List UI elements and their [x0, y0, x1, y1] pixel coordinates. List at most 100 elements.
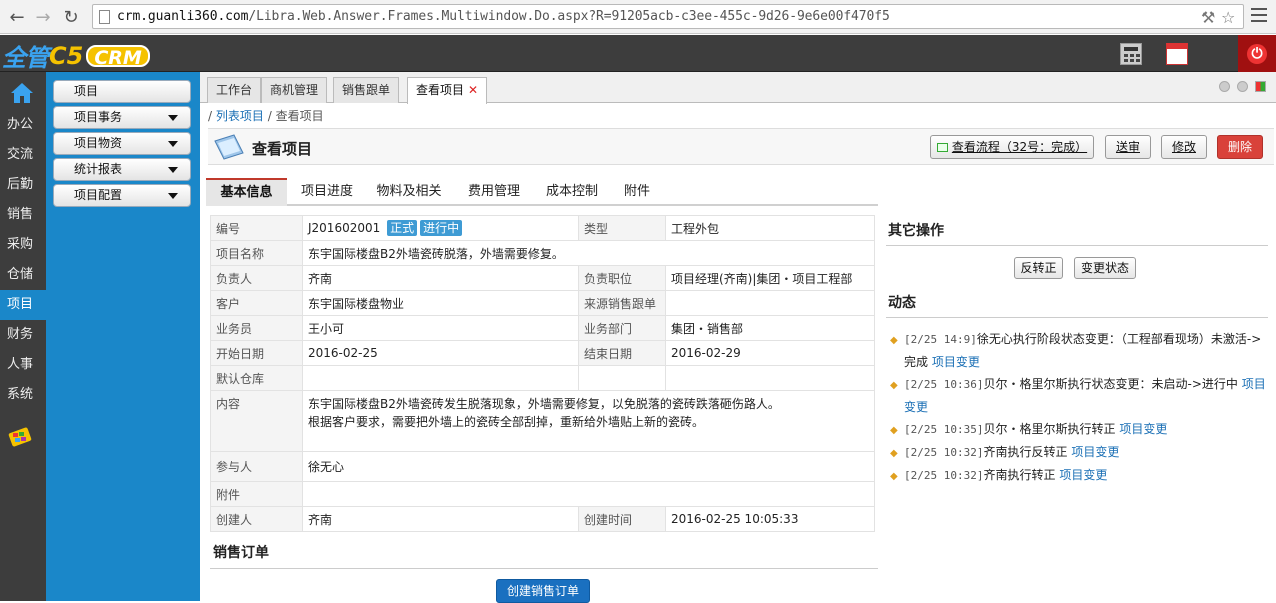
project-content: 东宇国际楼盘B2外墙瓷砖发生脱落现象，外墙需要修复，以免脱落的瓷砖跌落砸伤路人。…: [302, 390, 875, 452]
view-flow-button[interactable]: 查看流程（32号：完成）: [930, 135, 1094, 159]
attachments: [302, 481, 875, 507]
submit-review-button[interactable]: 送审: [1105, 135, 1151, 159]
submenu-item-project[interactable]: 项目: [53, 80, 191, 103]
subtab-basic-info[interactable]: 基本信息: [206, 178, 287, 206]
subtab-materials[interactable]: 物料及相关: [366, 178, 452, 206]
project-type: 工程外包: [665, 215, 875, 241]
home-icon[interactable]: [10, 82, 34, 104]
submenu-item-project-materials[interactable]: 项目物资: [53, 132, 191, 155]
power-logout-button[interactable]: ⏻: [1238, 35, 1276, 72]
project-submenu: 项目 项目事务 项目物资 统计报表 项目配置: [46, 72, 200, 601]
leftnav-item-logistics[interactable]: 后勤: [0, 170, 46, 200]
participants: 徐无心: [302, 451, 875, 482]
end-date: 2016-02-29: [665, 340, 875, 366]
browser-toolbar: ← → ↻ crm.guanli360.com/Libra.Web.Answer…: [0, 0, 1276, 34]
apps-icon[interactable]: [8, 424, 34, 450]
source-sales-followup: [665, 290, 875, 316]
table-row: 项目名称 东宇国际楼盘B2外墙瓷砖脱落，外墙需要修复。: [210, 240, 875, 266]
subtab-expenses[interactable]: 费用管理: [456, 178, 532, 206]
activity-link[interactable]: 项目变更: [1119, 422, 1167, 436]
tab-sales-followup[interactable]: 销售跟单: [333, 77, 400, 103]
page-titlebar: 查看项目 查看流程（32号：完成） 送审 修改 删除: [208, 128, 1274, 165]
divider: [210, 568, 878, 569]
customer: 东宇国际楼盘物业: [302, 290, 579, 316]
calculator-icon[interactable]: [1120, 43, 1142, 65]
list-item: ◆ [2/25 10:35]贝尔・格里尔斯执行转正 项目变更: [886, 418, 1272, 441]
subtab-cost-control[interactable]: 成本控制: [534, 178, 610, 206]
project-folder-icon: [214, 134, 244, 160]
calendar-icon[interactable]: [1166, 43, 1188, 65]
divider: [886, 245, 1268, 246]
submenu-item-project-config[interactable]: 项目配置: [53, 184, 191, 207]
leftnav-item-sales[interactable]: 销售: [0, 200, 46, 230]
salesman: 王小可: [302, 315, 579, 341]
owner-position: 项目经理(齐南)|集团・项目工程部: [665, 265, 875, 291]
start-date: 2016-02-25: [302, 340, 579, 366]
back-icon[interactable]: ←: [6, 6, 28, 28]
address-bar[interactable]: crm.guanli360.com/Libra.Web.Answer.Frame…: [92, 4, 1244, 29]
subtab-attachments[interactable]: 附件: [612, 178, 662, 206]
table-row: 开始日期 2016-02-25 结束日期 2016-02-29: [210, 340, 875, 366]
table-row: 内容 东宇国际楼盘B2外墙瓷砖发生脱落现象，外墙需要修复，以免脱落的瓷砖跌落砸伤…: [210, 390, 875, 452]
submenu-item-project-affairs[interactable]: 项目事务: [53, 106, 191, 129]
list-item: ◆ [2/25 10:36]贝尔・格里尔斯执行状态变更：未启动->进行中 项目变更: [890, 377, 1266, 414]
tab-scroll-left-icon[interactable]: [1219, 81, 1230, 92]
wrench-icon[interactable]: ⚒: [1201, 8, 1215, 27]
tab-view-project[interactable]: 查看项目 ✕: [407, 77, 488, 104]
table-row: 编号 J201602001 正式 进行中 类型 工程外包: [210, 215, 875, 241]
activity-title: 动态: [888, 295, 916, 311]
status-badge-formal: 正式: [387, 220, 418, 236]
project-owner: 齐南: [302, 265, 579, 291]
leftnav-item-system[interactable]: 系统: [0, 380, 46, 410]
leftnav-item-warehouse[interactable]: 仓储: [0, 260, 46, 290]
logo-c5: C5: [49, 41, 84, 70]
bullet-icon: ◆: [890, 380, 898, 391]
page-icon: [99, 10, 110, 24]
left-nav: 办公 交流 后勤 销售 采购 仓储 项目 财务 人事 系统: [0, 72, 46, 601]
created-time: 2016-02-25 10:05:33: [665, 506, 875, 532]
forward-icon[interactable]: →: [32, 6, 54, 28]
flow-icon: [936, 143, 948, 152]
delete-button[interactable]: 删除: [1217, 135, 1263, 159]
bookmark-star-icon[interactable]: ☆: [1221, 8, 1235, 27]
status-badge-in-progress: 进行中: [420, 220, 463, 236]
table-row: 参与人 徐无心: [210, 451, 875, 482]
reload-icon[interactable]: ↻: [60, 6, 82, 28]
url-text: crm.guanli360.com/Libra.Web.Answer.Frame…: [117, 9, 890, 24]
leftnav-item-hr[interactable]: 人事: [0, 350, 46, 380]
subtab-progress[interactable]: 项目进度: [289, 178, 365, 206]
main-content: 工作台 商机管理 销售跟单 查看项目 ✕ / 列表项目 / 查看项目 查看项目 查…: [200, 72, 1276, 603]
browser-menu-icon[interactable]: [1251, 8, 1267, 22]
bullet-icon: ◆: [890, 471, 898, 482]
submenu-item-reports[interactable]: 统计报表: [53, 158, 191, 181]
close-tab-icon[interactable]: ✕: [468, 83, 478, 97]
leftnav-item-finance[interactable]: 财务: [0, 320, 46, 350]
breadcrumb-current: 查看项目: [275, 109, 324, 123]
activity-link[interactable]: 项目变更: [1059, 468, 1107, 482]
chevron-down-icon: [168, 193, 178, 199]
window-grid-icon[interactable]: [1255, 81, 1266, 92]
logo-cn: 全管: [2, 44, 49, 72]
activity-link[interactable]: 项目变更: [932, 355, 980, 369]
bullet-icon: ◆: [890, 335, 898, 346]
activity-link[interactable]: 项目变更: [1071, 445, 1119, 459]
leftnav-item-project[interactable]: 项目: [0, 290, 46, 320]
power-icon: ⏻: [1247, 43, 1267, 64]
table-row: 业务员 王小可 业务部门 集团・销售部: [210, 315, 875, 341]
project-code: J201602001: [308, 221, 381, 235]
breadcrumb-link-project-list[interactable]: 列表项目: [216, 109, 264, 123]
change-status-button[interactable]: 变更状态: [1074, 257, 1136, 279]
app-header: 全管 C5 CRM ⏻: [0, 35, 1276, 72]
tab-scroll-right-icon[interactable]: [1237, 81, 1248, 92]
tab-workbench[interactable]: 工作台: [207, 77, 262, 103]
leftnav-item-office[interactable]: 办公: [0, 110, 46, 140]
reverse-formal-button[interactable]: 反转正: [1014, 257, 1063, 279]
table-row: 默认仓库: [210, 365, 875, 391]
leftnav-item-purchase[interactable]: 采购: [0, 230, 46, 260]
chevron-down-icon: [168, 141, 178, 147]
create-sales-order-button[interactable]: 创建销售订单: [496, 579, 590, 603]
tab-opportunities[interactable]: 商机管理: [261, 77, 328, 103]
leftnav-item-communication[interactable]: 交流: [0, 140, 46, 170]
edit-button[interactable]: 修改: [1161, 135, 1207, 159]
project-info-table: 编号 J201602001 正式 进行中 类型 工程外包 项目名称 东宇国际楼盘B…: [210, 215, 875, 532]
